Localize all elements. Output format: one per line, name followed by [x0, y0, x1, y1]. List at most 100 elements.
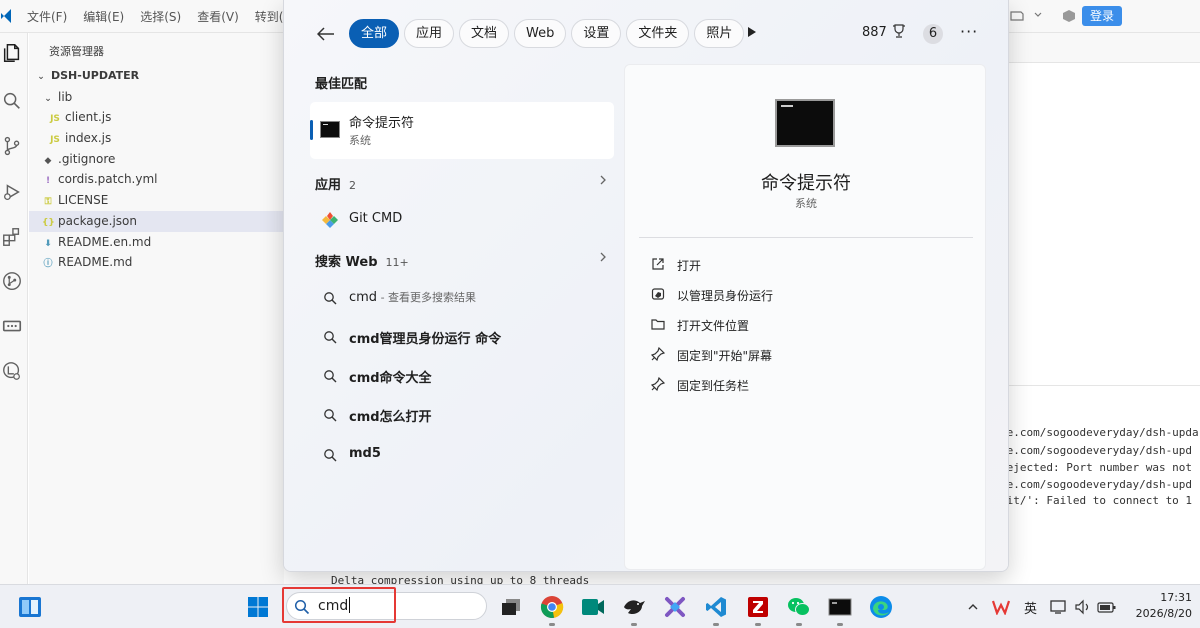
network-icon[interactable]: [1046, 594, 1072, 620]
search-icon[interactable]: [0, 89, 24, 113]
web-result[interactable]: cmd命令大全: [310, 361, 614, 391]
tree-item-label: cordis.patch.yml: [58, 172, 158, 187]
chip-folders[interactable]: 文件夹: [626, 19, 690, 48]
vscode-menubar: 文件(F) 编辑(E) 选择(S) 查看(V) 转到(G): [27, 0, 313, 33]
explorer-title: 资源管理器: [49, 45, 104, 58]
running-indicator: [837, 623, 843, 626]
pin-icon: [650, 346, 666, 362]
chevron-right-icon[interactable]: [599, 251, 607, 267]
tree-item[interactable]: ◆ .gitignore: [29, 149, 284, 170]
web-result[interactable]: cmd管理员身份运行 命令: [310, 322, 614, 352]
menu-selection[interactable]: 选择(S): [140, 8, 181, 25]
license-file-icon: ⚿: [44, 197, 52, 208]
tree-item[interactable]: ⓘ README.md: [29, 252, 284, 273]
command-prompt-large-icon: [775, 99, 835, 147]
antivirus-tray-icon[interactable]: [988, 594, 1014, 620]
web-search-heading[interactable]: 搜索 Web 11+: [315, 251, 409, 270]
chevron-right-icon[interactable]: [599, 174, 607, 190]
clock-time: 17:31: [1160, 591, 1192, 604]
web-result[interactable]: cmd - 查看更多搜索结果: [310, 283, 614, 313]
filezilla-icon[interactable]: [745, 594, 771, 626]
terminal-line: git/': Failed to connect to 1: [1000, 494, 1193, 507]
layout-icon[interactable]: [1009, 9, 1025, 26]
js-file-icon: JS: [50, 135, 60, 146]
chevron-down-icon[interactable]: [1033, 9, 1043, 23]
terminal-taskbar-icon[interactable]: [827, 594, 853, 626]
open-external-icon: [651, 257, 665, 271]
taskbar-clock[interactable]: 17:31 2026/8/20: [1112, 590, 1192, 622]
web-result-text: cmd命令大全: [349, 371, 432, 386]
app-result-git-cmd[interactable]: Git CMD: [310, 204, 614, 234]
edge-icon[interactable]: [868, 594, 894, 620]
running-indicator: [796, 623, 802, 626]
play-more-icon[interactable]: [747, 26, 761, 42]
ime-indicator[interactable]: 英: [1024, 598, 1037, 617]
best-match-result[interactable]: 命令提示符 系统: [310, 102, 614, 159]
tree-item[interactable]: ⚿ LICENSE: [29, 190, 284, 211]
chip-web[interactable]: Web: [514, 19, 567, 48]
windows-search-panel: 全部 应用 文档 Web 设置 文件夹 照片 887 6 ··· 最佳匹配 命令…: [283, 0, 1009, 572]
command-prompt-icon: [320, 121, 340, 138]
chip-apps[interactable]: 应用: [404, 19, 455, 48]
tree-item[interactable]: ⬇ README.en.md: [29, 232, 284, 253]
task-view-icon[interactable]: [498, 594, 524, 620]
bird-app-icon[interactable]: [621, 594, 647, 626]
windows-start-icon[interactable]: [245, 594, 271, 620]
menu-view[interactable]: 查看(V): [197, 8, 239, 25]
tree-item-label: package.json: [58, 213, 138, 228]
extension-cube-icon[interactable]: [1062, 9, 1076, 26]
docker-icon[interactable]: [0, 359, 24, 383]
menu-edit[interactable]: 编辑(E): [83, 8, 124, 25]
git-file-icon: ◆: [44, 155, 52, 166]
tree-item-label: lib: [58, 89, 73, 104]
tree-item[interactable]: ! cordis.patch.yml: [29, 169, 284, 190]
chip-all[interactable]: 全部: [349, 19, 400, 48]
web-result-text: cmd - 查看更多搜索结果: [349, 289, 476, 305]
search-icon: [323, 368, 337, 383]
web-result[interactable]: md5: [310, 440, 614, 470]
chrome-icon[interactable]: [539, 594, 565, 626]
explorer-files-icon[interactable]: [0, 41, 24, 65]
notification-badge[interactable]: 6: [923, 24, 943, 44]
wechat-icon[interactable]: [786, 594, 812, 626]
web-hint: - 查看更多搜索结果: [377, 291, 477, 304]
web-heading-label: 搜索 Web: [315, 255, 378, 270]
back-arrow-icon[interactable]: [314, 22, 338, 46]
tree-item[interactable]: {} package.json: [29, 210, 284, 232]
search-icon: [323, 407, 337, 422]
best-match-heading: 最佳匹配: [315, 77, 368, 92]
volume-icon[interactable]: [1070, 594, 1096, 620]
run-debug-icon[interactable]: [0, 180, 24, 204]
chip-documents[interactable]: 文档: [459, 19, 510, 48]
terminal-line: rejected: Port number was not: [1000, 461, 1193, 474]
tree-item[interactable]: ⌄ lib: [29, 87, 284, 108]
vscode-taskbar-icon[interactable]: [703, 594, 729, 626]
meet-video-icon[interactable]: [580, 594, 606, 620]
extensions-icon[interactable]: [0, 225, 24, 249]
widgets-icon[interactable]: [17, 594, 43, 620]
chevron-up-icon[interactable]: [960, 594, 986, 620]
result-detail-pane: 命令提示符 系统 打开 以管理员身份运行 打开文件位置 固定到"开始"屏幕 固定…: [624, 64, 986, 570]
more-options-icon[interactable]: ···: [960, 22, 978, 41]
menu-file[interactable]: 文件(F): [27, 8, 67, 25]
file-tree: ⌄ DSH-UPDATER ⌄ lib JS client.js JS index.js ◆ .g…: [29, 66, 284, 273]
highlight-annotation-box: [282, 587, 396, 623]
tree-item[interactable]: JS client.js: [29, 107, 284, 128]
chip-photos[interactable]: 照片: [694, 19, 745, 48]
web-result[interactable]: cmd怎么打开: [310, 400, 614, 430]
search-filter-chips: 全部 应用 文档 Web 设置 文件夹 照片: [349, 19, 745, 48]
git-graph-icon[interactable]: [0, 269, 24, 293]
rewards-points: 887: [862, 25, 887, 40]
remote-explorer-icon[interactable]: [0, 314, 24, 338]
login-button[interactable]: 登录: [1081, 6, 1122, 26]
trophy-icon[interactable]: [892, 24, 906, 42]
best-match-name: 命令提示符: [349, 116, 415, 131]
tree-item[interactable]: JS index.js: [29, 128, 284, 149]
chip-settings[interactable]: 设置: [571, 19, 622, 48]
divider: [639, 237, 973, 238]
cross-app-icon[interactable]: [662, 594, 688, 620]
pin-icon: [650, 376, 666, 392]
apps-heading[interactable]: 应用 2: [315, 174, 356, 193]
tree-item[interactable]: ⌄ DSH-UPDATER: [29, 66, 284, 87]
source-control-icon[interactable]: [0, 134, 24, 158]
